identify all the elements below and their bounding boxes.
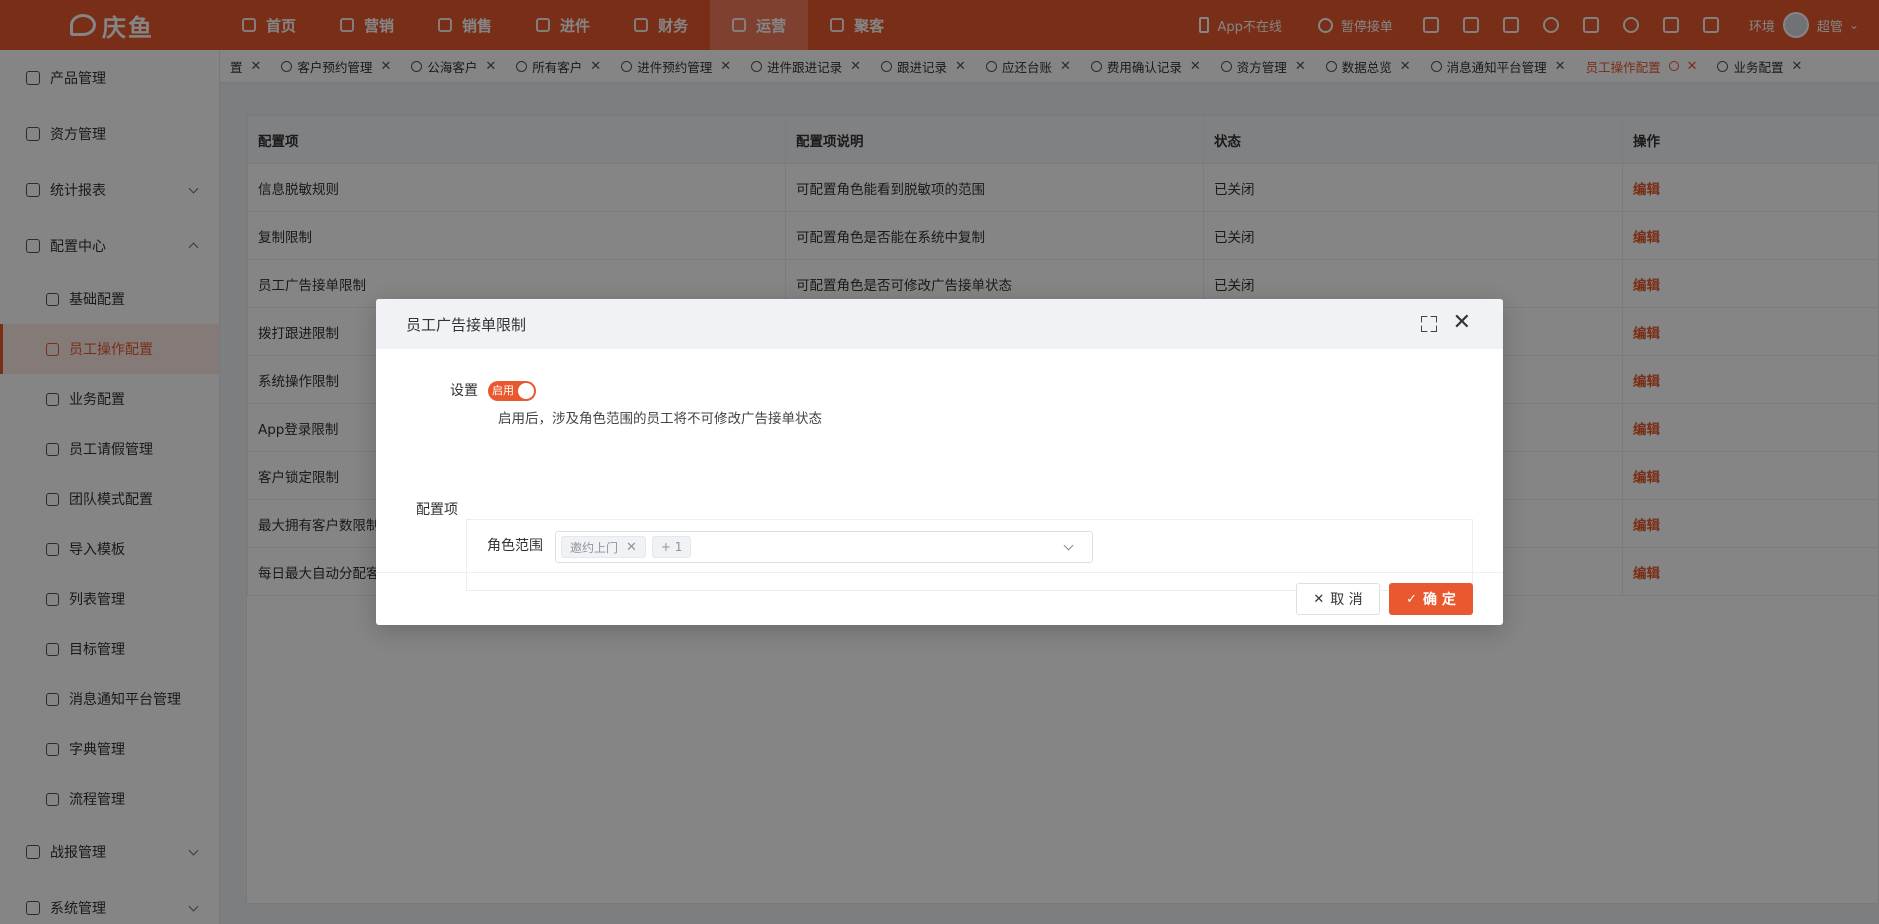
- config-items-label: 配置项: [416, 502, 458, 518]
- setting-hint: 启用后，涉及角色范围的员工将不可修改广告接单状态: [498, 411, 822, 427]
- dialog-body: 设置 启用 启用后，涉及角色范围的员工将不可修改广告接单状态 配置项 角色范围 …: [376, 349, 1503, 591]
- enable-toggle[interactable]: 启用: [488, 381, 536, 401]
- cancel-button[interactable]: ✕ 取 消: [1296, 583, 1380, 615]
- role-scope-label: 角色范围: [487, 538, 543, 554]
- close-icon[interactable]: ✕: [626, 540, 637, 555]
- dialog-header: 员工广告接单限制 ✕: [376, 299, 1503, 349]
- fullscreen-icon[interactable]: [1421, 316, 1435, 330]
- setting-label: 设置: [450, 383, 478, 399]
- role-scope-select[interactable]: 邀约上门 ✕ + 1: [555, 531, 1093, 563]
- confirm-button[interactable]: ✓ 确 定: [1389, 583, 1473, 615]
- setting-row: 设置 启用: [406, 381, 1473, 401]
- dialog-title: 员工广告接单限制: [406, 315, 527, 334]
- toggle-knob: [518, 383, 534, 399]
- more-roles-chip: + 1: [651, 536, 692, 558]
- config-dialog: 员工广告接单限制 ✕ 设置 启用 启用后，涉及角色范围的员工将不可修改广告接单状…: [376, 299, 1503, 625]
- close-icon: ✕: [1313, 591, 1325, 607]
- role-chip: 邀约上门 ✕: [561, 536, 646, 558]
- check-icon: ✓: [1406, 591, 1418, 607]
- chevron-down-icon: [1063, 540, 1074, 551]
- close-icon[interactable]: ✕: [1453, 312, 1471, 334]
- toggle-label: 启用: [492, 384, 514, 397]
- dialog-footer: ✕ 取 消 ✓ 确 定: [376, 572, 1503, 625]
